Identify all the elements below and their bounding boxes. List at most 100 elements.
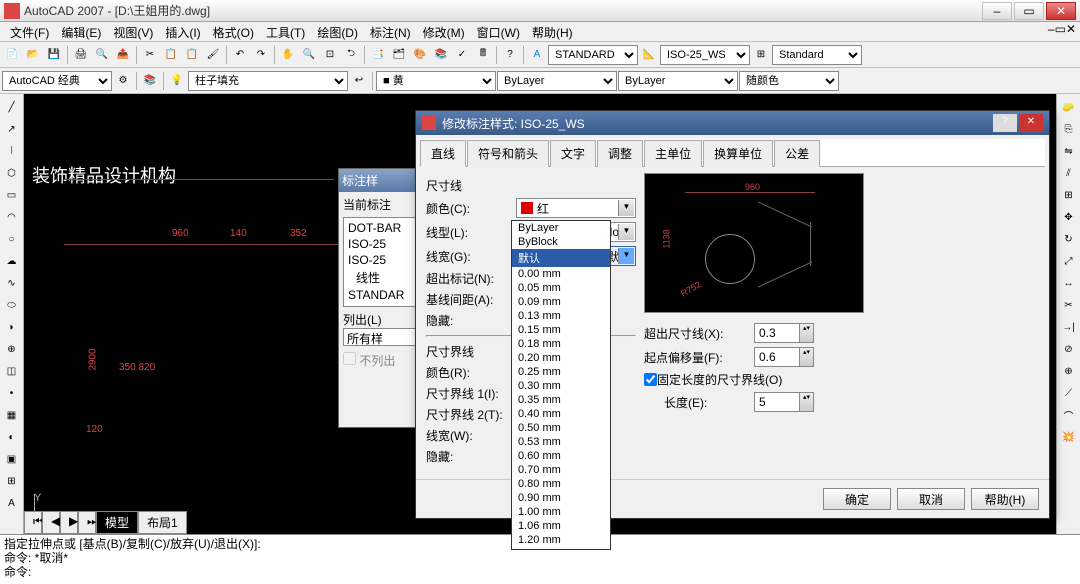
menu-tools[interactable]: 工具(T) xyxy=(260,22,311,41)
lineweight-option[interactable]: 0.90 mm xyxy=(512,491,610,505)
offset-icon[interactable]: ⫽ xyxy=(1059,163,1079,183)
table-icon[interactable]: ⊞ xyxy=(2,471,22,491)
revcloud-icon[interactable]: ☁ xyxy=(2,251,22,271)
lineweight-option[interactable]: 0.09 mm xyxy=(512,295,610,309)
undo-icon[interactable]: ↶ xyxy=(230,45,250,65)
tab-next-icon[interactable]: ▶ xyxy=(60,511,78,534)
copy-obj-icon[interactable]: ⎘ xyxy=(1059,119,1079,139)
tablestyle-combo[interactable]: Standard xyxy=(772,45,862,65)
ext-offset-input[interactable]: 0.6▴▾ xyxy=(754,347,814,367)
textstyle-icon[interactable]: A xyxy=(527,45,547,65)
lineweight-option[interactable]: 0.80 mm xyxy=(512,477,610,491)
menu-help[interactable]: 帮助(H) xyxy=(526,22,579,41)
tab-tol[interactable]: 公差 xyxy=(774,140,820,167)
point-icon[interactable]: • xyxy=(2,383,22,403)
doc-restore-button[interactable]: ▭ xyxy=(1055,22,1066,38)
close-button[interactable]: ✕ xyxy=(1046,2,1076,20)
rect-icon[interactable]: ▭ xyxy=(2,185,22,205)
tab-alt[interactable]: 换算单位 xyxy=(703,140,773,167)
lineweight-option[interactable]: 0.60 mm xyxy=(512,449,610,463)
print-icon[interactable]: 🖨 xyxy=(71,45,91,65)
copy-icon[interactable]: 📋 xyxy=(161,45,181,65)
block-icon[interactable]: ◫ xyxy=(2,361,22,381)
gradient-icon[interactable]: ◐ xyxy=(2,427,22,447)
cut-icon[interactable]: ✂ xyxy=(140,45,160,65)
lineweight-option[interactable]: ByBlock xyxy=(512,235,610,249)
chamfer-icon[interactable]: ⟋ xyxy=(1059,383,1079,403)
trim-icon[interactable]: ✂ xyxy=(1059,295,1079,315)
matchprop-icon[interactable]: 🖌 xyxy=(203,45,223,65)
polygon-icon[interactable]: ⬡ xyxy=(2,163,22,183)
color-combo[interactable]: ■ 黄 xyxy=(376,71,496,91)
color-combo[interactable]: 红▼ xyxy=(516,198,636,218)
tab-primary[interactable]: 主单位 xyxy=(644,140,702,167)
lineweight-option[interactable]: 1.00 mm xyxy=(512,505,610,519)
redo-icon[interactable]: ↷ xyxy=(251,45,271,65)
help-icon[interactable]: ? xyxy=(500,45,520,65)
hatch-icon[interactable]: ▦ xyxy=(2,405,22,425)
fixed-len-checkbox[interactable] xyxy=(644,373,657,386)
textstyle-combo[interactable]: STANDARD xyxy=(548,45,638,65)
menu-draw[interactable]: 绘图(D) xyxy=(311,22,364,41)
maximize-button[interactable]: ▭ xyxy=(1014,2,1044,20)
tab-last-icon[interactable]: ⏭ xyxy=(78,511,96,534)
insert-icon[interactable]: ⊕ xyxy=(2,339,22,359)
lineweight-option[interactable]: 0.35 mm xyxy=(512,393,610,407)
line-icon[interactable]: ╱ xyxy=(2,97,22,117)
zoom-win-icon[interactable]: ⊡ xyxy=(320,45,340,65)
lineweight-option[interactable]: 0.15 mm xyxy=(512,323,610,337)
list-combo[interactable]: 所有样 xyxy=(343,328,423,346)
extend-icon[interactable]: →| xyxy=(1059,317,1079,337)
ssm-icon[interactable]: 📚 xyxy=(431,45,451,65)
dialog-titlebar[interactable]: 修改标注样式: ISO-25_WS ? ✕ xyxy=(416,111,1049,135)
lineweight-option[interactable]: 0.20 mm xyxy=(512,351,610,365)
minimize-button[interactable]: – xyxy=(982,2,1012,20)
tab-fit[interactable]: 调整 xyxy=(597,140,643,167)
markup-icon[interactable]: ✓ xyxy=(452,45,472,65)
toolpal-icon[interactable]: 🎨 xyxy=(410,45,430,65)
rotate-icon[interactable]: ↻ xyxy=(1059,229,1079,249)
menu-insert[interactable]: 插入(I) xyxy=(159,22,206,41)
lineweight-option[interactable]: 0.40 mm xyxy=(512,407,610,421)
tab-text[interactable]: 文字 xyxy=(550,140,596,167)
ws-settings-icon[interactable]: ⚙ xyxy=(113,71,133,91)
menu-window[interactable]: 窗口(W) xyxy=(471,22,526,41)
fixed-len-input[interactable]: 5▴▾ xyxy=(754,392,814,412)
erase-icon[interactable]: 🧽 xyxy=(1059,97,1079,117)
tab-model[interactable]: 模型 xyxy=(96,511,138,534)
array-icon[interactable]: ⊞ xyxy=(1059,185,1079,205)
lineweight-option[interactable]: 0.00 mm xyxy=(512,267,610,281)
lineweight-option[interactable]: 默认 xyxy=(512,249,610,267)
mtext-icon[interactable]: A xyxy=(2,493,22,513)
publish-icon[interactable]: 📤 xyxy=(113,45,133,65)
open-icon[interactable]: 📂 xyxy=(23,45,43,65)
join-icon[interactable]: ⊕ xyxy=(1059,361,1079,381)
dialog-help-icon[interactable]: ? xyxy=(993,114,1017,132)
ellipsearc-icon[interactable]: ◗ xyxy=(2,317,22,337)
layers-icon[interactable]: 📚 xyxy=(140,71,160,91)
lineweight-option[interactable]: 0.30 mm xyxy=(512,379,610,393)
tab-symbols[interactable]: 符号和箭头 xyxy=(467,140,549,167)
circle-icon[interactable]: ○ xyxy=(2,229,22,249)
doc-minimize-button[interactable]: – xyxy=(1048,22,1055,38)
region-icon[interactable]: ▣ xyxy=(2,449,22,469)
explode-icon[interactable]: 💥 xyxy=(1059,427,1079,447)
lineweight-option[interactable]: 0.50 mm xyxy=(512,421,610,435)
linetype-combo[interactable]: ByLayer xyxy=(497,71,617,91)
stretch-icon[interactable]: ↔ xyxy=(1059,273,1079,293)
break-icon[interactable]: ⊘ xyxy=(1059,339,1079,359)
menu-modify[interactable]: 修改(M) xyxy=(417,22,471,41)
ellipse-icon[interactable]: ⬭ xyxy=(2,295,22,315)
tab-lines[interactable]: 直线 xyxy=(420,140,466,167)
dimstyle-icon[interactable]: 📐 xyxy=(639,45,659,65)
help-button[interactable]: 帮助(H) xyxy=(971,488,1039,510)
lineweight-option[interactable]: 0.18 mm xyxy=(512,337,610,351)
tab-prev-icon[interactable]: ◀ xyxy=(42,511,60,534)
lineweight-option[interactable]: 0.13 mm xyxy=(512,309,610,323)
layer-combo[interactable]: 柱子填充 xyxy=(188,71,348,91)
lineweight-option[interactable]: 0.70 mm xyxy=(512,463,610,477)
lineweight-combo[interactable]: ByLayer xyxy=(618,71,738,91)
menu-dimension[interactable]: 标注(N) xyxy=(364,22,417,41)
scale-icon[interactable]: ⤢ xyxy=(1059,251,1079,271)
spline-icon[interactable]: ∿ xyxy=(2,273,22,293)
